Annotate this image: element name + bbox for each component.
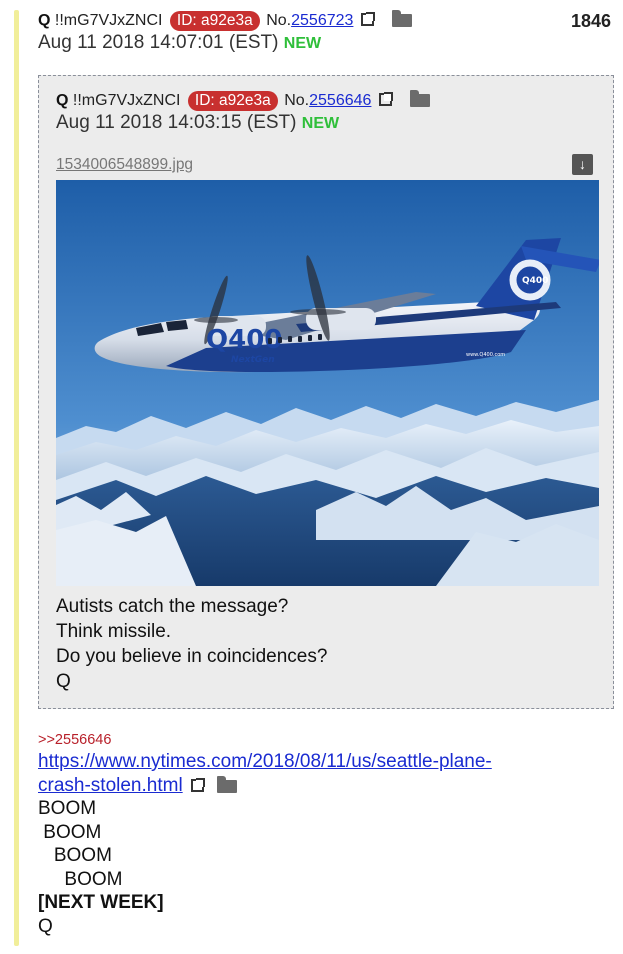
post-number-link[interactable]: 2556723 <box>291 12 353 29</box>
boom-line: BOOM <box>38 845 112 866</box>
folder-icon[interactable] <box>410 90 431 107</box>
quoted-new-badge: NEW <box>301 115 340 132</box>
external-link-icon[interactable] <box>378 92 393 106</box>
poster-name: Q <box>38 12 51 29</box>
download-icon[interactable]: ↓ <box>572 154 593 175</box>
quoted-post-date: Aug 11 2018 14:03:15 (EST) NEW <box>56 112 596 135</box>
quoted-poster-name: Q <box>56 92 69 109</box>
post-date-text: Aug 11 2018 14:07:01 (EST) <box>38 32 279 53</box>
article-link-line2[interactable]: crash-stolen.html <box>38 775 183 796</box>
boom-line: BOOM <box>38 868 123 890</box>
article-link-line1[interactable]: https://www.nytimes.com/2018/08/11/us/se… <box>38 751 492 772</box>
attachment-filename-link[interactable]: 1534006548899.jpg <box>56 156 193 174</box>
airplane-over-mountains-image: Q400 Q400 NextGen www.Q400.com <box>56 180 599 586</box>
external-link-icon[interactable] <box>190 777 205 792</box>
article-link-block: https://www.nytimes.com/2018/08/11/us/se… <box>38 750 609 797</box>
quoted-post-date-text: Aug 11 2018 14:03:15 (EST) <box>56 112 297 133</box>
quoted-poster-tripcode: !!mG7VJxZNCI <box>72 92 181 109</box>
folder-icon[interactable] <box>217 775 238 793</box>
quoted-post-number: No.2556646 <box>284 92 371 109</box>
post-date: Aug 11 2018 14:07:01 (EST) NEW <box>38 32 611 55</box>
quoted-id-badge[interactable]: ID: a92e3a <box>187 91 278 111</box>
post-accent-bar <box>14 10 19 946</box>
quoted-header-line: Q !!mG7VJxZNCI ID: a92e3a No.2556646 <box>56 90 596 112</box>
quote-reference-link[interactable]: >>2556646 <box>38 730 609 750</box>
quoted-line: Think missile. <box>56 621 172 642</box>
folder-icon[interactable] <box>392 10 413 27</box>
quoted-post-number-link[interactable]: 2556646 <box>309 92 371 109</box>
post-header: Q !!mG7VJxZNCI ID: a92e3a No.2556723 184… <box>38 10 611 55</box>
attachment-image[interactable]: Q400 Q400 NextGen www.Q400.com <box>56 180 599 586</box>
poster-tripcode: !!mG7VJxZNCI <box>54 12 163 29</box>
post-body: >>2556646 https://www.nytimes.com/2018/0… <box>38 730 609 938</box>
quoted-post-body: Autists catch the message? Think missile… <box>56 594 327 694</box>
post-number-prefix: No. <box>266 12 292 29</box>
quoted-line: Autists catch the message? <box>56 596 289 617</box>
quoted-post-header: Q !!mG7VJxZNCI ID: a92e3a No.2556646 Aug… <box>56 90 596 135</box>
quoted-line: Do you believe in coincidences? <box>56 646 328 667</box>
post-header-line: Q !!mG7VJxZNCI ID: a92e3a No.2556723 184… <box>38 10 611 32</box>
fuselage-small-text: www.Q400.com <box>466 352 505 358</box>
poster-id-badge[interactable]: ID: a92e3a <box>169 11 260 31</box>
thread-page: Q !!mG7VJxZNCI ID: a92e3a No.2556723 184… <box>0 0 623 954</box>
tail-logo-text: Q400 <box>522 276 548 286</box>
fuselage-sub-text: NextGen <box>231 355 275 365</box>
quoted-post-number-prefix: No. <box>284 92 310 109</box>
next-week-text: [NEXT WEEK] <box>38 892 164 913</box>
boom-line: BOOM <box>38 798 97 819</box>
quoted-line: Q <box>56 671 71 692</box>
external-link-icon[interactable] <box>360 12 375 26</box>
quoted-post: Q !!mG7VJxZNCI ID: a92e3a No.2556646 Aug… <box>38 75 614 709</box>
signoff-text: Q <box>38 915 53 937</box>
boom-line: BOOM <box>38 821 102 843</box>
reply-count: 1846 <box>570 11 611 31</box>
new-badge: NEW <box>283 35 322 52</box>
post-number: No.2556723 <box>266 12 353 29</box>
